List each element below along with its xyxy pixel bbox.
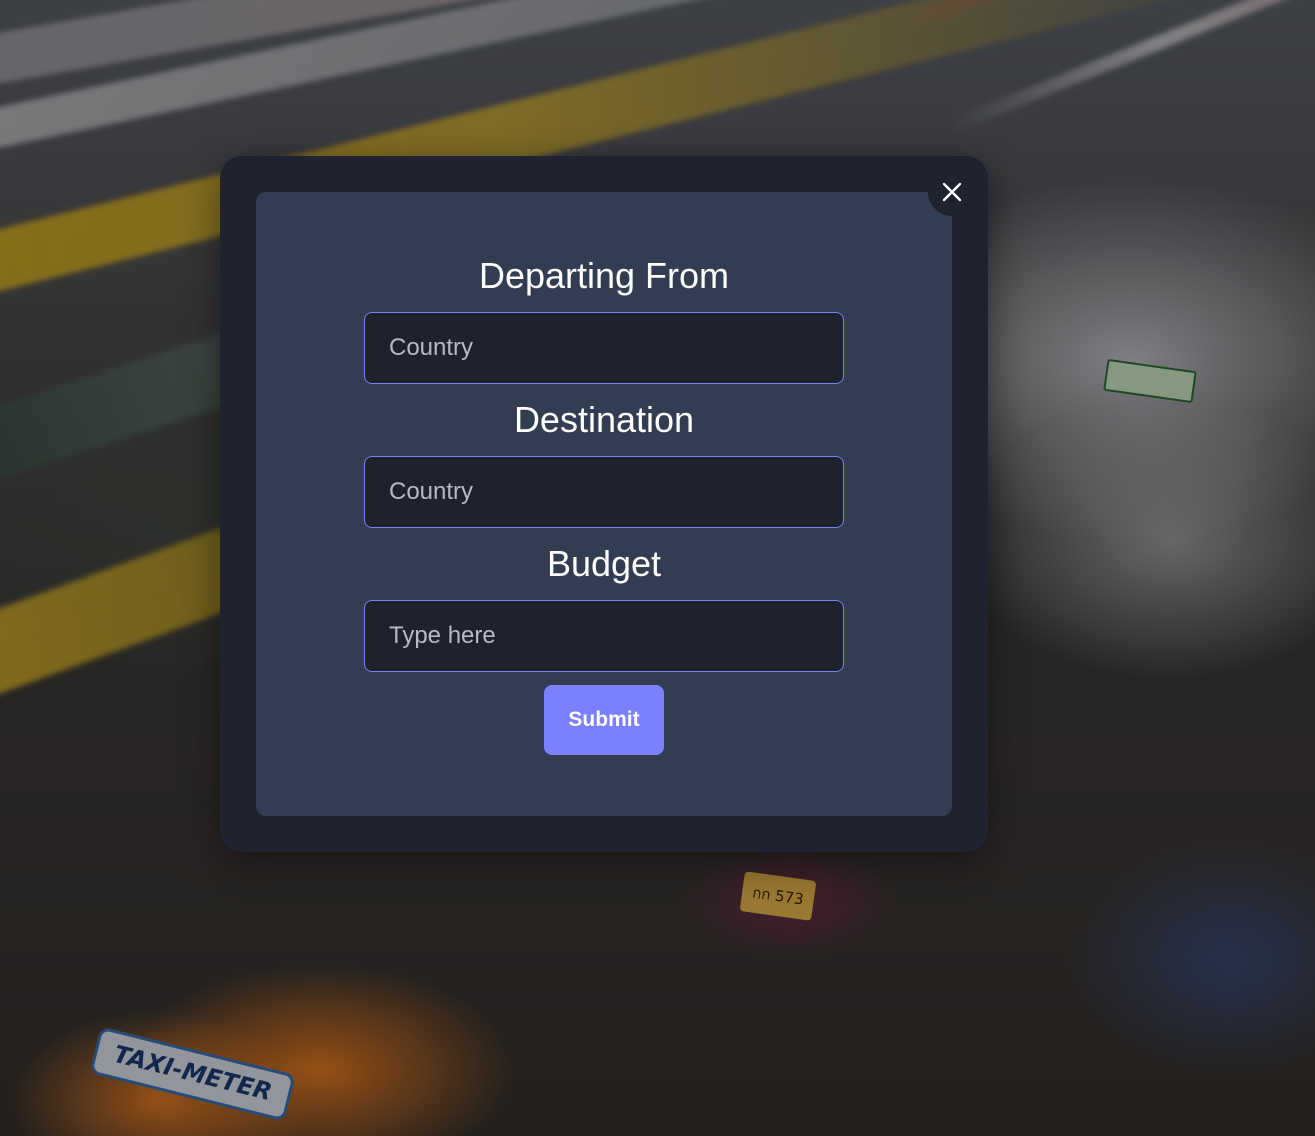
close-icon <box>942 182 962 202</box>
destination-country-input[interactable] <box>364 456 844 528</box>
budget-label: Budget <box>546 543 662 584</box>
trip-form: Departing From Destination Budget Submit <box>256 192 952 816</box>
submit-button[interactable]: Submit <box>544 685 664 755</box>
destination-label: Destination <box>513 399 695 440</box>
departing-country-input[interactable] <box>364 312 844 384</box>
departing-from-label: Departing From <box>478 255 730 296</box>
trip-form-modal: Departing From Destination Budget Submit <box>220 156 988 852</box>
budget-input[interactable] <box>364 600 844 672</box>
close-button[interactable] <box>928 168 976 216</box>
modal-content: Departing From Destination Budget Submit <box>256 192 952 816</box>
page: กก 573 TAXI-METER Departing From Destina… <box>0 0 1315 1136</box>
